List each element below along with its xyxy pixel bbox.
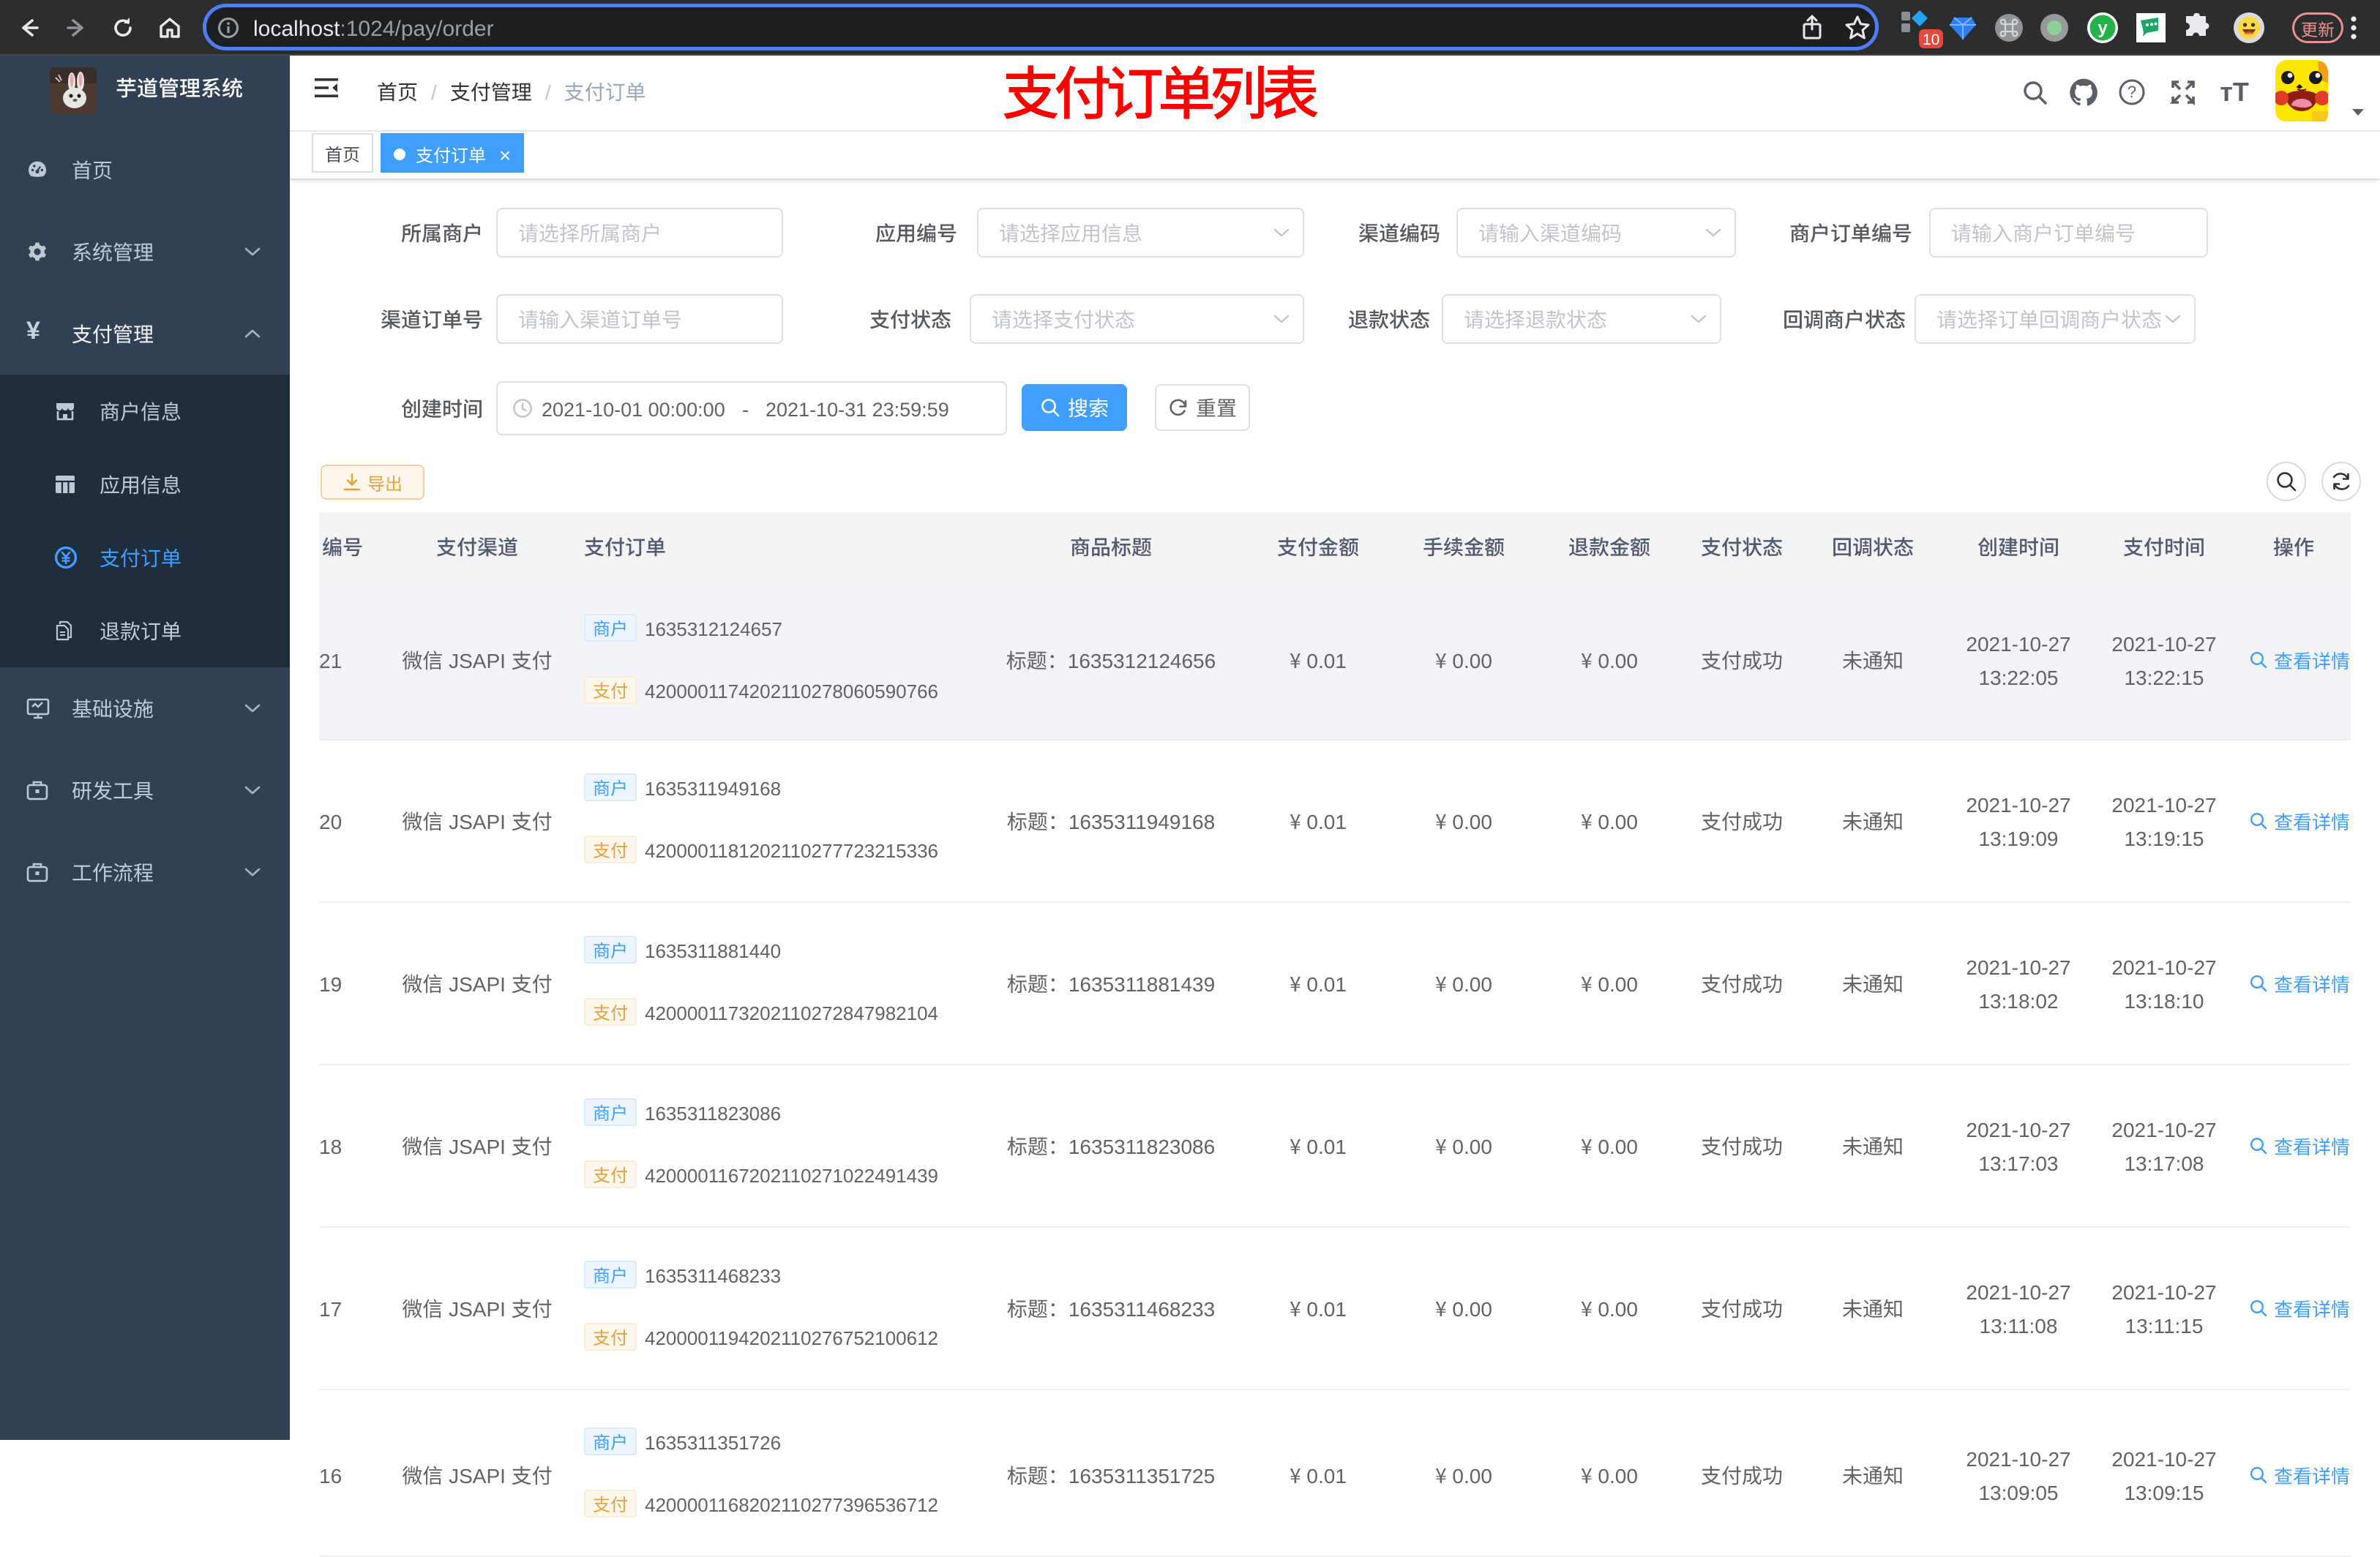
svg-text:?: ? [2128, 83, 2136, 101]
svg-text:y: y [2098, 18, 2108, 38]
